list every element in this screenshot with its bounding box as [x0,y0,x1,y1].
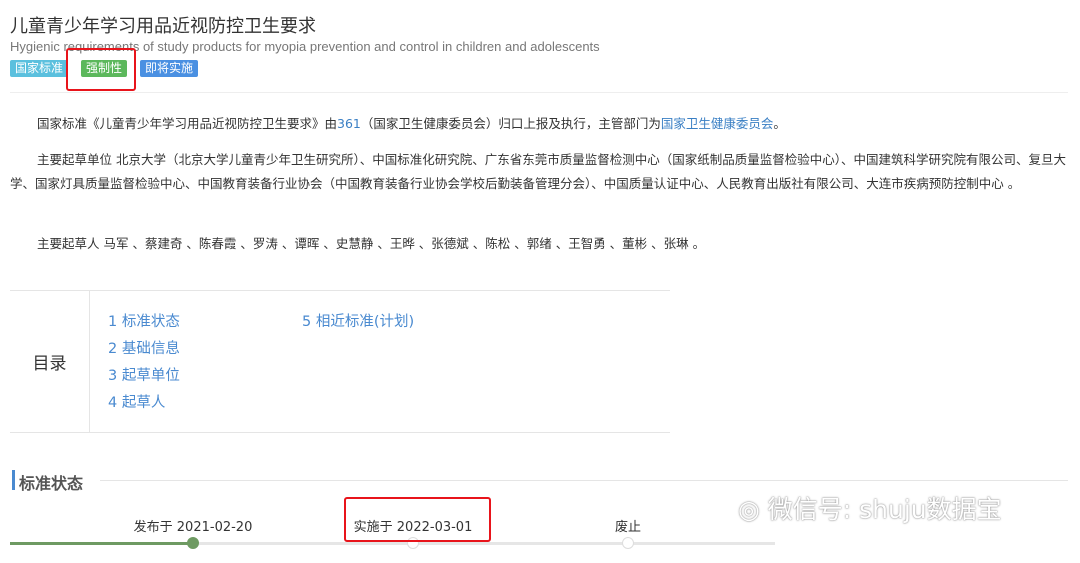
toc-item-basic-info[interactable]: 2 基础信息 [108,337,180,358]
highlight-box [66,48,136,91]
toc-item-drafters[interactable]: 4 起草人 [108,391,165,412]
divider [10,92,1068,93]
badge-national-standard: 国家标准 [10,60,69,77]
timeline-published: 发布于 2021-02-20 [133,520,253,535]
timeline-dot-abolished [622,537,634,549]
toc-item-status[interactable]: 1 标准状态 [108,310,180,331]
toc-label: 目录 [10,291,90,432]
page-title: 儿童青少年学习用品近视防控卫生要求 [10,16,316,37]
section-accent-bar [12,470,15,490]
table-of-contents: 目录 1 标准状态 2 基础信息 3 起草单位 4 起草人 5 相近标准(计划) [10,290,670,433]
intro-paragraph: 国家标准《儿童青少年学习用品近视防控卫生要求》由361（国家卫生健康委员会）归口… [10,112,1068,136]
timeline-abolished: 废止 [614,520,642,535]
drafters: 主要起草人 马军 、蔡建奇 、陈春霞 、罗涛 、谭晖 、史慧静 、王晔 、张德斌… [37,236,706,251]
text: 国家标准《儿童青少年学习用品近视防控卫生要求》由 [37,116,338,131]
wechat-watermark: ◎ 微信号: shuju数据宝 [738,490,1002,526]
highlight-box [344,497,491,542]
watermark-text: 微信号: shuju数据宝 [767,495,1002,524]
department-link[interactable]: 国家卫生健康委员会 [661,116,774,131]
drafting-units: 主要起草单位 北京大学（北京大学儿童青少年卫生研究所）、中国标准化研究院、广东省… [10,152,1066,191]
timeline-dot-published [187,537,199,549]
section-divider [100,480,1068,481]
committee-link[interactable]: 361 [337,116,361,131]
badge-upcoming: 即将实施 [140,60,199,77]
toc-item-drafting-units[interactable]: 3 起草单位 [108,364,180,385]
text: 。 [773,116,786,131]
timeline-progress [10,542,193,545]
toc-item-similar-standards[interactable]: 5 相近标准(计划) [302,310,414,331]
wechat-icon: ◎ [738,495,768,524]
text: （国家卫生健康委员会）归口上报及执行，主管部门为 [360,116,661,131]
section-title: 标准状态 [19,474,84,493]
